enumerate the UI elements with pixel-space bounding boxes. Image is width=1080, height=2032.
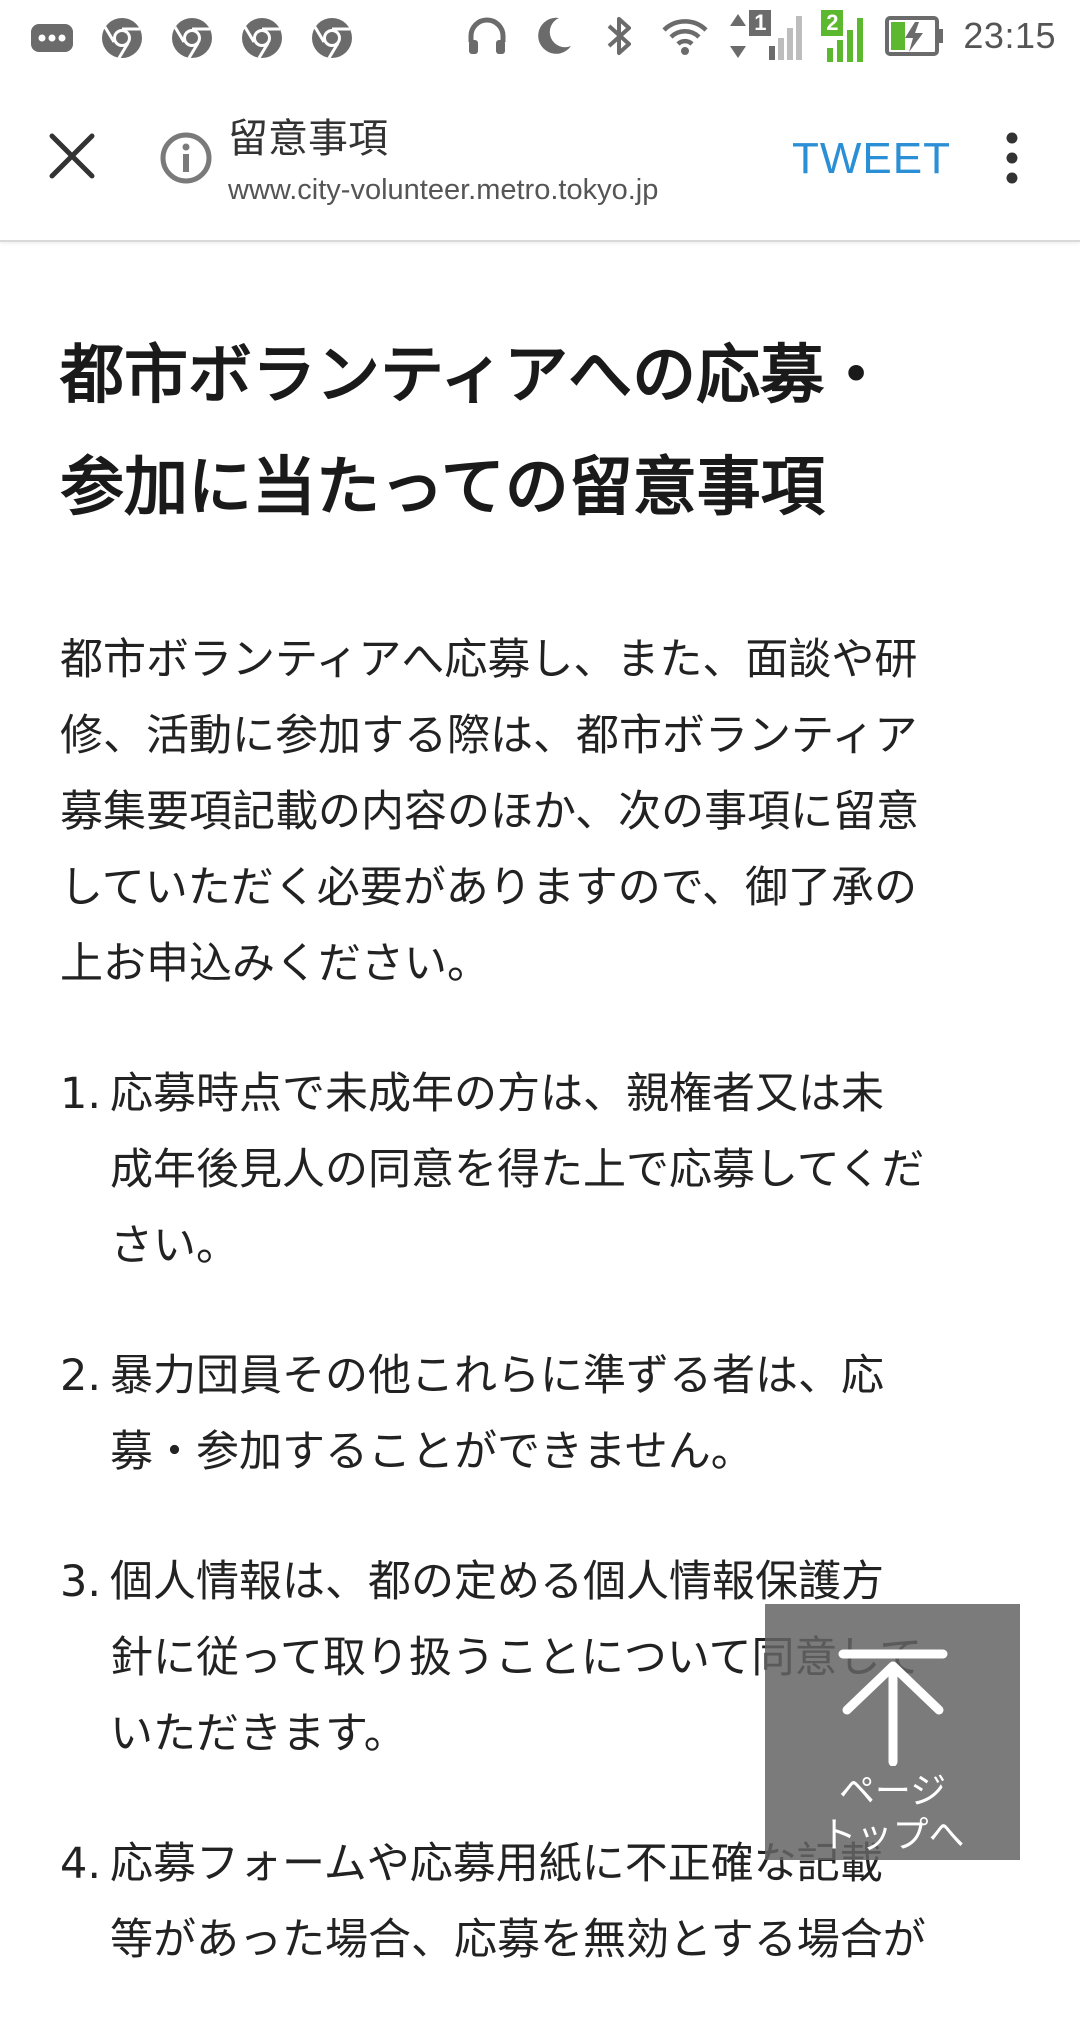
intro-line: 上お申込みください。 (60, 939, 490, 989)
intro-paragraph: 都市ボランティアへ応募し、また、面談や研 修、活動に参加する際は、都市ボランティ… (60, 622, 1020, 1002)
status-bar: 1 2 23:15 (0, 0, 1080, 72)
back-to-top-label: ページ トップへ (765, 1770, 1020, 1858)
site-info-icon[interactable] (158, 130, 214, 186)
intro-line: 都市ボランティアへ応募し、また、面談や研 (60, 635, 918, 685)
chrome-icon (312, 18, 352, 59)
notification-icons (28, 14, 356, 62)
back-to-top-label-line: ページ (838, 1771, 947, 1812)
chrome-icon (242, 18, 282, 59)
bluetooth-icon (608, 17, 632, 55)
item-line: さい。 (110, 1221, 239, 1271)
headphones-icon (468, 17, 506, 54)
moon-icon (538, 17, 572, 54)
clock: 23:15 (963, 15, 1056, 56)
item-line: 等があった場合、応募を無効とする場合が (110, 1915, 926, 1965)
tweet-button[interactable]: TWEET (792, 134, 951, 184)
close-icon[interactable] (44, 128, 100, 184)
intro-line: 修、活動に参加する際は、都市ボランティア (60, 711, 918, 761)
item-number: 4. (60, 1839, 102, 1889)
item-line: 応募時点で未成年の方は、親権者又は未 (110, 1069, 884, 1119)
back-to-top-label-line: トップへ (820, 1815, 965, 1856)
page-title-bar: 留意事項 (228, 116, 388, 162)
battery-charging-icon (885, 16, 944, 56)
wifi-icon (662, 19, 708, 55)
intro-line: していただく必要がありますので、御了承の (60, 863, 917, 913)
list-item: 2. 暴力団員その他これらに準ずる者は、応 募・参加することができません。 (60, 1338, 1020, 1490)
item-line: 成年後見人の同意を得た上で応募してくだ (110, 1145, 925, 1195)
chrome-icon (172, 18, 212, 59)
back-to-top-button[interactable]: ページ トップへ (765, 1604, 1020, 1860)
custom-tab-toolbar: 留意事項 www.city-volunteer.metro.tokyo.jp T… (0, 72, 1080, 242)
item-line: いただきます。 (110, 1709, 407, 1759)
item-line: 暴力団員その他これらに準ずる者は、応 (110, 1351, 884, 1401)
system-icons: 1 2 23:15 (463, 10, 1056, 62)
url-text[interactable]: www.city-volunteer.metro.tokyo.jp (228, 174, 658, 207)
item-line: 個人情報は、都の定める個人情報保護方 (110, 1557, 884, 1607)
list-item: 1. 応募時点で未成年の方は、親権者又は未 成年後見人の同意を得た上で応募してく… (60, 1056, 1020, 1284)
intro-line: 募集要項記載の内容のほか、次の事項に留意 (60, 787, 920, 837)
item-number: 3. (60, 1557, 102, 1607)
heading-line: 参加に当たっての留意事項 (60, 451, 825, 525)
more-icon (31, 24, 73, 52)
signal-sim1-icon: 1 (727, 10, 803, 62)
arrow-up-icon (838, 1649, 948, 1766)
signal-sim2-icon: 2 (821, 10, 867, 62)
item-line: 募・参加することができません。 (110, 1427, 754, 1477)
chrome-icon (102, 18, 142, 59)
heading-line: 都市ボランティアへの応募・ (60, 339, 889, 413)
overflow-menu-icon[interactable] (998, 130, 1026, 186)
page-heading: 都市ボランティアへの応募・ 参加に当たっての留意事項 (60, 320, 1020, 544)
item-number: 2. (60, 1351, 102, 1401)
item-number: 1. (60, 1069, 102, 1119)
